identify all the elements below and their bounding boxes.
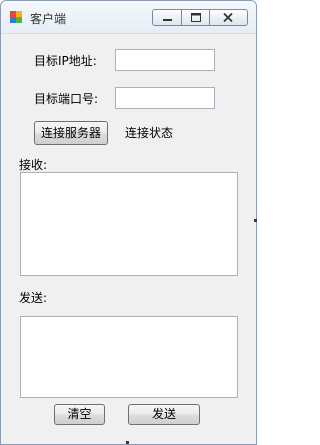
maximize-button[interactable] bbox=[181, 9, 210, 26]
close-button[interactable] bbox=[209, 9, 248, 26]
minimize-button[interactable] bbox=[152, 9, 182, 26]
target-port-label: 目标端口号: bbox=[34, 92, 99, 106]
target-ip-label: 目标IP地址: bbox=[34, 54, 97, 68]
send-button[interactable]: 发送 bbox=[128, 404, 200, 425]
minimize-icon bbox=[163, 19, 172, 21]
connect-server-button[interactable]: 连接服务器 bbox=[34, 121, 108, 145]
clear-button[interactable]: 清空 bbox=[54, 404, 105, 425]
title-bar[interactable]: 客户端 bbox=[1, 1, 256, 34]
close-icon bbox=[223, 12, 233, 23]
receive-textarea[interactable] bbox=[20, 172, 238, 276]
maximize-icon bbox=[191, 13, 201, 22]
app-windows-icon bbox=[10, 11, 22, 23]
resize-handle[interactable] bbox=[126, 441, 129, 444]
receive-label: 接收: bbox=[19, 158, 48, 172]
target-port-input[interactable] bbox=[115, 87, 215, 109]
send-label: 发送: bbox=[19, 291, 48, 305]
client-window: 客户端 目标IP地址: 目标端口号: 连接服务器 连接状态 接收: 发送: 清空… bbox=[0, 0, 257, 445]
window-title: 客户端 bbox=[30, 12, 67, 26]
send-textarea[interactable] bbox=[20, 316, 238, 398]
resize-handle[interactable] bbox=[254, 219, 257, 222]
connection-status-label: 连接状态 bbox=[125, 126, 174, 140]
target-ip-input[interactable] bbox=[115, 49, 215, 71]
